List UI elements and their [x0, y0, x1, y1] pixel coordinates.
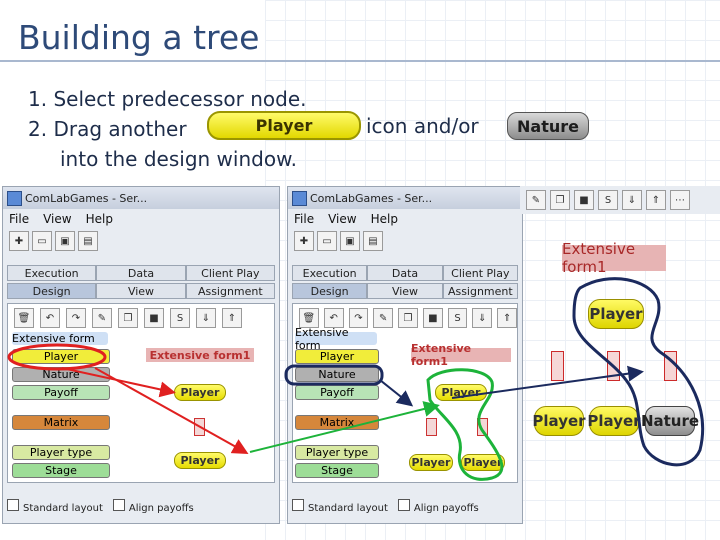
- arrow-red-drag: [94, 367, 249, 454]
- highlight-player-palette: [7, 343, 107, 371]
- arrow-navy: [379, 379, 414, 407]
- arrow-green: [249, 401, 440, 453]
- arrow-navy-long: [451, 365, 644, 399]
- annotation-overlay: [7, 277, 705, 481]
- highlight-green-loop: [426, 368, 504, 481]
- highlight-nature-palette: [284, 364, 384, 386]
